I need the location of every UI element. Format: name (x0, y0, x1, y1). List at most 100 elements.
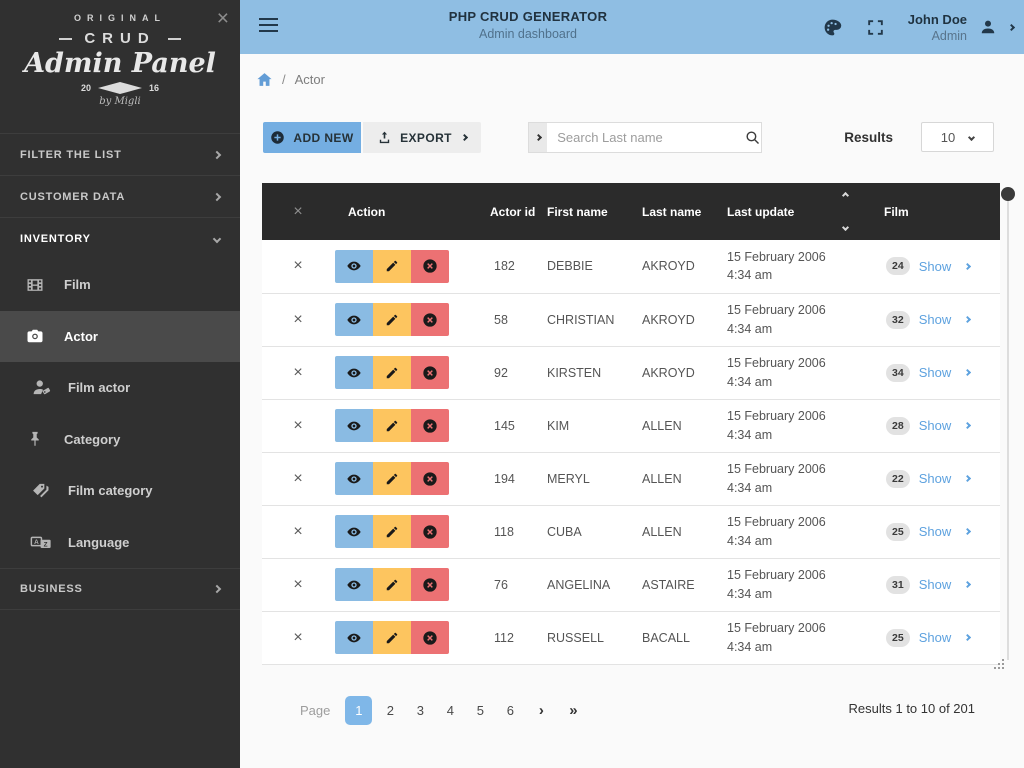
edit-button[interactable] (373, 303, 411, 336)
chevron-right-icon (1008, 23, 1015, 30)
delete-button[interactable] (411, 250, 449, 283)
show-films-link[interactable]: Show (919, 577, 952, 592)
row-remove-icon[interactable]: × (293, 311, 302, 328)
hamburger-menu-icon[interactable] (259, 18, 278, 36)
page-button-4[interactable]: 4 (435, 703, 465, 718)
add-new-button[interactable]: ADD NEW (263, 122, 361, 153)
x-circle-icon (422, 258, 438, 274)
row-remove-icon[interactable]: × (293, 364, 302, 381)
chevron-right-icon[interactable] (964, 263, 971, 270)
chevron-down-icon (968, 133, 975, 140)
delete-button[interactable] (411, 568, 449, 601)
show-films-link[interactable]: Show (919, 365, 952, 380)
show-films-link[interactable]: Show (919, 259, 952, 274)
svg-text:A: A (34, 539, 39, 546)
sidebar-item-language[interactable]: AZ Language (0, 517, 240, 569)
sidebar-section-business[interactable]: BUSINESS (0, 568, 240, 610)
row-remove-icon[interactable]: × (293, 470, 302, 487)
row-remove-icon[interactable]: × (293, 257, 302, 274)
fullscreen-icon[interactable] (865, 16, 887, 38)
edit-button[interactable] (373, 462, 411, 495)
page-button-2[interactable]: 2 (375, 703, 405, 718)
chevron-right-icon[interactable] (964, 634, 971, 641)
sort-descending-icon[interactable] (841, 224, 848, 231)
page-button-6[interactable]: 6 (495, 703, 525, 718)
edit-button[interactable] (373, 409, 411, 442)
tags-icon (30, 480, 52, 502)
page-button-3[interactable]: 3 (405, 703, 435, 718)
show-films-link[interactable]: Show (919, 418, 952, 433)
table-header-row: × Action Actor id First name Last name L… (262, 183, 1000, 240)
delete-button[interactable] (411, 356, 449, 389)
results-per-page-select[interactable]: 10 (921, 122, 994, 152)
search-collapse-button[interactable] (529, 123, 547, 152)
row-remove-icon[interactable]: × (293, 576, 302, 593)
view-button[interactable] (335, 356, 373, 389)
sidebar-item-film-category[interactable]: Film category (0, 465, 240, 517)
show-films-link[interactable]: Show (919, 630, 952, 645)
table-row: × 92 KIRSTEN AKROYD 15 February 20064:34… (262, 346, 1000, 399)
film-count-badge: 24 (886, 257, 910, 275)
chevron-right-icon[interactable] (964, 369, 971, 376)
sort-ascending-icon[interactable] (841, 192, 848, 199)
sidebar-item-label: Film (64, 277, 91, 292)
row-remove-icon[interactable]: × (293, 523, 302, 540)
sidebar-section-inventory[interactable]: INVENTORY (0, 217, 240, 259)
sidebar-section-customer-data[interactable]: CUSTOMER DATA (0, 175, 240, 217)
home-icon[interactable] (256, 71, 273, 88)
delete-button[interactable] (411, 462, 449, 495)
view-button[interactable] (335, 409, 373, 442)
show-films-link[interactable]: Show (919, 524, 952, 539)
next-page-icon[interactable]: › (525, 702, 557, 719)
edit-button[interactable] (373, 250, 411, 283)
sidebar-item-label: Actor (64, 329, 98, 344)
view-button[interactable] (335, 250, 373, 283)
scrollbar-handle[interactable] (1001, 187, 1015, 201)
logo-year: 20 16 (0, 82, 240, 94)
edit-button[interactable] (373, 515, 411, 548)
delete-button[interactable] (411, 621, 449, 654)
sidebar-item-actor[interactable]: Actor (0, 311, 240, 363)
user-menu[interactable]: John Doe Admin (908, 12, 1014, 43)
delete-button[interactable] (411, 303, 449, 336)
sidebar-item-film[interactable]: Film (0, 259, 240, 311)
row-remove-icon[interactable]: × (293, 417, 302, 434)
theme-palette-icon[interactable] (822, 16, 844, 38)
view-button[interactable] (335, 621, 373, 654)
close-icon[interactable]: × (217, 8, 229, 29)
chevron-right-icon[interactable] (964, 316, 971, 323)
edit-button[interactable] (373, 568, 411, 601)
delete-button[interactable] (411, 515, 449, 548)
view-button[interactable] (335, 515, 373, 548)
view-button[interactable] (335, 568, 373, 601)
logo-script-text: Admin Panel (0, 48, 240, 79)
page-button-5[interactable]: 5 (465, 703, 495, 718)
show-films-link[interactable]: Show (919, 312, 952, 327)
edit-button[interactable] (373, 621, 411, 654)
search-input[interactable] (547, 123, 743, 152)
sidebar-item-category[interactable]: Category (0, 414, 240, 466)
edit-button[interactable] (373, 356, 411, 389)
show-films-link[interactable]: Show (919, 471, 952, 486)
sidebar-section-filter-the-list[interactable]: FILTER THE LIST (0, 133, 240, 175)
film-count-badge: 32 (886, 311, 910, 329)
page-button-1[interactable]: 1 (345, 696, 372, 725)
table-row: × 76 ANGELINA ASTAIRE 15 February 20064:… (262, 558, 1000, 611)
chevron-right-icon[interactable] (964, 528, 971, 535)
sidebar-item-film-actor[interactable]: Film actor (0, 362, 240, 414)
chevron-right-icon[interactable] (964, 422, 971, 429)
chevron-right-icon[interactable] (964, 475, 971, 482)
last-page-icon[interactable]: » (557, 702, 589, 719)
clear-column-icon[interactable]: × (262, 183, 332, 240)
delete-button[interactable] (411, 409, 449, 442)
view-button[interactable] (335, 303, 373, 336)
table-resize-grip[interactable] (994, 659, 1006, 671)
chevron-right-icon[interactable] (964, 581, 971, 588)
scrollbar-track[interactable] (1007, 195, 1009, 660)
search-button[interactable] (743, 123, 761, 152)
row-remove-icon[interactable]: × (293, 629, 302, 646)
export-button[interactable]: EXPORT (363, 122, 481, 153)
view-button[interactable] (335, 462, 373, 495)
sidebar-item-label: Category (64, 432, 120, 447)
film-count-badge: 25 (886, 523, 910, 541)
